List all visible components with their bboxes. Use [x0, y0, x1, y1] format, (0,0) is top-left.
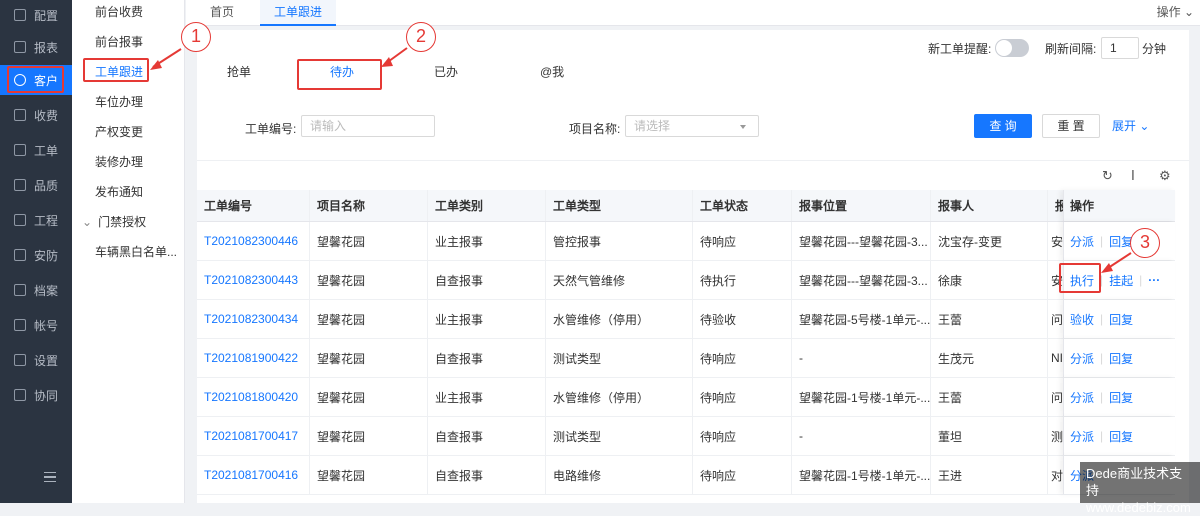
watermark-line-2: www.dedebiz.com: [1086, 500, 1191, 515]
annotation-arrowhead-3: [1101, 263, 1113, 273]
annotation-arrows: [150, 47, 1132, 273]
watermark: Dede商业技术支持 www.dedebiz.com: [1080, 462, 1200, 515]
watermark-line-1: Dede商业技术支持: [1086, 466, 1183, 498]
callout-marker-2: 2: [406, 22, 436, 52]
callout-marker-3: 3: [1130, 228, 1160, 258]
callout-marker-1: 1: [181, 22, 211, 52]
